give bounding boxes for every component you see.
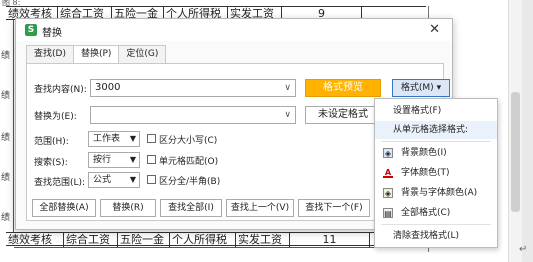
tab-goto[interactable]: 定位(G) xyxy=(118,45,167,63)
caret-down-icon: ▼ xyxy=(129,155,136,164)
row-mark: 绩 xyxy=(1,133,11,143)
header-cell[interactable]: 五险一金 xyxy=(118,233,170,247)
paint-bucket-icon: ◈ xyxy=(383,148,393,158)
font-color-icon: A xyxy=(383,168,393,178)
menu-separator xyxy=(381,224,491,225)
menu-item-set-format[interactable]: 设置格式(F) xyxy=(375,102,497,120)
app-logo-icon: S xyxy=(25,24,37,36)
dialog-title: 替换 xyxy=(42,28,62,39)
lookin-label: 查找范围(L): xyxy=(34,178,86,188)
caret-down-icon: ▾ xyxy=(436,83,442,93)
header-cell[interactable]: 个人所得税 xyxy=(170,233,236,247)
replace-input[interactable]: ∨ xyxy=(90,106,296,124)
range-select[interactable]: 工作表 ▼ xyxy=(88,131,140,147)
header-cell[interactable]: 实发工资 xyxy=(236,233,290,247)
format-painter-icon: ▤ xyxy=(383,208,393,218)
menu-item-background-font-color[interactable]: ◈ 背景与字体颜色(A) xyxy=(375,184,497,202)
row-mark: 绩 xyxy=(1,173,11,183)
format-button-label: 格式(M) xyxy=(400,83,434,93)
dialog-titlebar[interactable]: S 替换 ✕ xyxy=(16,19,452,41)
header-cell[interactable]: 综合工资 xyxy=(64,233,118,247)
caret-down-icon: ▼ xyxy=(129,175,136,184)
caret-down-icon: ▼ xyxy=(129,134,136,143)
width-checkbox[interactable] xyxy=(147,175,156,184)
case-checkbox[interactable] xyxy=(147,134,156,143)
number-cell[interactable]: 11 xyxy=(290,233,370,247)
row-mark: 绩 xyxy=(1,91,11,101)
search-label: 搜索(S): xyxy=(34,158,68,168)
menu-item-background-color[interactable]: ◈ 背景颜色(I) xyxy=(375,144,497,162)
header-cell[interactable]: 绩效考核 xyxy=(6,233,64,247)
menu-item-choose-from-cell[interactable]: 从单元格选择格式: xyxy=(375,121,497,139)
window-edge xyxy=(522,0,533,262)
cell-match-checkbox[interactable] xyxy=(147,155,156,164)
scrollbar-thumb[interactable] xyxy=(511,92,520,212)
menu-item-label: 背景与字体颜色(A) xyxy=(401,188,478,198)
find-next-button[interactable]: 查找下一个(F) xyxy=(298,199,370,217)
row-mark: 绩 xyxy=(1,51,11,61)
row-mark: 绩 xyxy=(1,213,11,223)
paragraph-mark: ↵ xyxy=(519,244,528,255)
chevron-down-icon[interactable]: ∨ xyxy=(284,107,291,123)
tab-replace[interactable]: 替换(P) xyxy=(72,45,120,64)
bucket-font-icon: ◈ xyxy=(383,188,393,198)
vertical-scrollbar[interactable] xyxy=(508,0,522,262)
menu-item-clear-format[interactable]: 清除查找格式(L) xyxy=(375,227,497,245)
range-label: 范围(H): xyxy=(34,137,69,147)
lookin-select[interactable]: 公式 ▼ xyxy=(88,172,140,188)
search-value: 按行 xyxy=(93,155,112,165)
find-label: 查找内容(N): xyxy=(34,85,87,95)
lookin-value: 公式 xyxy=(93,175,112,185)
header-row-bottom: 绩效考核 综合工资 五险一金 个人所得税 实发工资 11 xyxy=(6,232,426,247)
find-prev-button[interactable]: 查找上一个(V) xyxy=(226,199,294,217)
chevron-down-icon[interactable]: ∨ xyxy=(284,80,291,96)
menu-item-font-color[interactable]: A 字体颜色(T) xyxy=(375,164,497,182)
close-icon[interactable]: ✕ xyxy=(429,22,440,37)
tab-bar: 查找(D) 替换(P) 定位(G) xyxy=(26,45,167,64)
menu-item-label: 全部格式(C) xyxy=(401,208,451,218)
case-label: 区分大小写(C) xyxy=(159,136,218,146)
replace-button[interactable]: 替换(R) xyxy=(100,199,156,217)
find-all-button[interactable]: 查找全部(I) xyxy=(160,199,222,217)
no-format-preview: 未设定格式 xyxy=(305,106,381,124)
range-value: 工作表 xyxy=(93,134,121,144)
menu-item-label: 字体颜色(T) xyxy=(401,168,450,178)
partial-row xyxy=(14,247,424,262)
replace-all-button[interactable]: 全部替换(A) xyxy=(32,199,96,217)
row-edge: 绩 绩 绩 绩 绩 xyxy=(0,20,14,232)
tab-find[interactable]: 查找(D) xyxy=(26,45,74,63)
find-input[interactable]: 3000 ∨ xyxy=(90,79,296,97)
menu-item-label: 背景颜色(I) xyxy=(401,148,447,158)
cell-match-label: 单元格匹配(O) xyxy=(159,157,219,167)
format-preview: 格式预览 xyxy=(305,79,381,97)
find-value: 3000 xyxy=(95,82,121,93)
search-select[interactable]: 按行 ▼ xyxy=(88,152,140,168)
format-dropdown-menu: 设置格式(F) 从单元格选择格式: ◈ 背景颜色(I) A 字体颜色(T) ◈ … xyxy=(374,98,498,248)
width-label: 区分全/半角(B) xyxy=(159,177,221,187)
menu-separator xyxy=(381,141,491,142)
replace-label: 替换为(E): xyxy=(34,112,77,122)
menu-item-all-formats[interactable]: ▤ 全部格式(C) xyxy=(375,204,497,222)
format-button[interactable]: 格式(M) ▾ xyxy=(392,79,450,97)
